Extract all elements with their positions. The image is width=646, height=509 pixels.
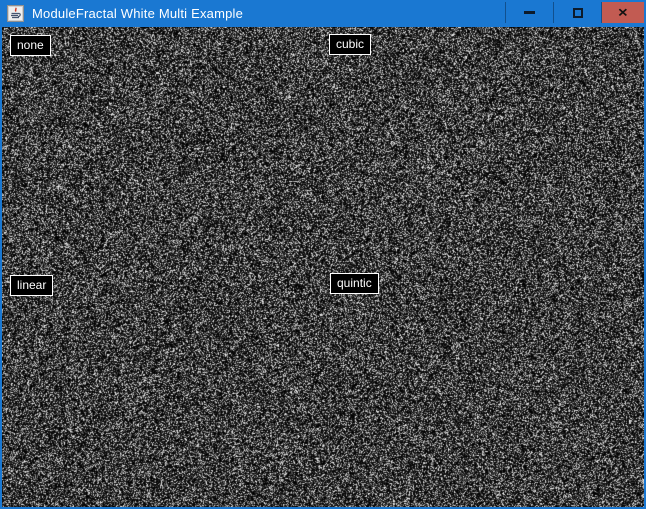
- noise-label-none: none: [10, 35, 51, 56]
- caption-buttons: ✕: [505, 2, 644, 23]
- java-coffee-cup-icon[interactable]: [7, 5, 24, 22]
- close-button[interactable]: ✕: [601, 2, 644, 23]
- minimize-button[interactable]: [505, 2, 553, 23]
- maximize-button[interactable]: [553, 2, 601, 23]
- app-window: ModuleFractal White Multi Example ✕ none…: [0, 0, 646, 509]
- noise-label-cubic: cubic: [329, 34, 371, 55]
- maximize-icon: [573, 8, 583, 18]
- white-noise-canvas: [2, 27, 644, 507]
- close-icon: ✕: [618, 7, 629, 19]
- noise-label-linear: linear: [10, 275, 53, 296]
- noise-client-area: none cubic linear quintic: [2, 27, 644, 507]
- window-title: ModuleFractal White Multi Example: [32, 6, 243, 21]
- noise-label-quintic: quintic: [330, 273, 379, 294]
- minimize-icon: [524, 11, 535, 14]
